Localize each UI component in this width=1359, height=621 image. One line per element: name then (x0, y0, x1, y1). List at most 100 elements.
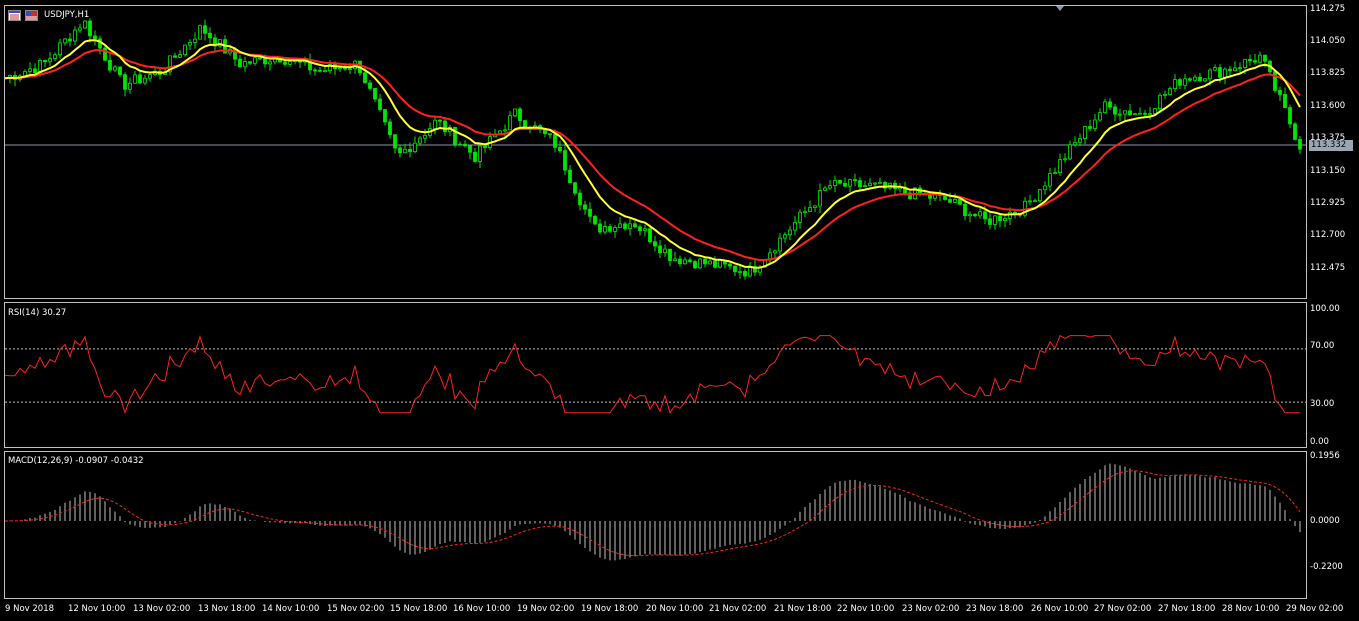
candle-body (668, 248, 672, 262)
candle-body (693, 261, 697, 269)
candle-body (798, 211, 802, 223)
candle-body (28, 68, 32, 72)
candle-body (118, 66, 122, 76)
candle-body (1038, 189, 1042, 202)
candle-body (853, 179, 857, 182)
candle-body (388, 121, 392, 136)
candle-body (1143, 112, 1147, 115)
candle-body (178, 54, 182, 58)
candle-body (638, 226, 642, 231)
candle-body (608, 226, 612, 232)
candle-body (1048, 173, 1052, 187)
candle-body (1073, 141, 1077, 146)
time-axis-label: 23 Nov 18:00 (966, 604, 1024, 614)
macd-signal-line (4, 470, 1301, 557)
candle-body (563, 150, 567, 171)
candle-body (143, 77, 147, 84)
candle-body (113, 66, 117, 71)
candle-body (1278, 89, 1282, 95)
candle-body (1123, 110, 1127, 115)
candle-body (1078, 138, 1082, 143)
candle-body (663, 248, 667, 254)
price-axis-label: 113.825 (1310, 68, 1346, 78)
time-axis-label: 21 Nov 02:00 (709, 604, 767, 614)
candle-body (1188, 78, 1192, 81)
candle-body (1218, 67, 1222, 78)
time-axis-label: 15 Nov 02:00 (327, 604, 385, 614)
rsi-title: RSI(14) 30.27 (8, 308, 67, 318)
candle-body (378, 98, 382, 110)
candle-body (683, 259, 687, 265)
candle-body (188, 41, 192, 46)
time-axis-label: 12 Nov 10:00 (68, 604, 126, 614)
candle-body (1068, 144, 1072, 160)
candle-body (1193, 76, 1197, 81)
chart-list-icon[interactable] (8, 10, 21, 21)
candle-body (778, 237, 782, 252)
candle-body (173, 55, 177, 58)
candle-body (283, 61, 287, 65)
time-axis-label: 13 Nov 18:00 (198, 604, 256, 614)
candle-body (558, 146, 562, 152)
candle-body (318, 69, 322, 72)
candle-body (73, 29, 77, 42)
candle-body (1113, 106, 1117, 115)
candle-body (733, 265, 737, 273)
candle-body (123, 74, 127, 90)
candle-body (363, 72, 367, 84)
candle-body (443, 120, 447, 133)
candle-body (418, 137, 422, 144)
candle-body (1258, 54, 1262, 63)
candle-body (1288, 107, 1292, 125)
time-axis-label: 9 Nov 2018 (5, 604, 55, 614)
price-axis-label: 114.275 (1310, 4, 1346, 14)
candle-body (373, 87, 377, 100)
candle-body (948, 199, 952, 203)
candle-body (1183, 78, 1187, 86)
time-axis-label: 13 Nov 02:00 (133, 604, 191, 614)
flag-icon[interactable] (25, 10, 38, 21)
chart-shift-marker (1056, 6, 1064, 11)
price-axis-label: 113.600 (1310, 101, 1346, 111)
candle-body (603, 226, 607, 233)
candle-body (1103, 101, 1107, 114)
candle-body (183, 44, 187, 56)
candle-body (843, 182, 847, 187)
price-axis-label: 113.150 (1310, 166, 1346, 176)
candle-body (983, 211, 987, 220)
candle-body (788, 229, 792, 236)
candle-body (108, 59, 112, 71)
candle-body (688, 259, 692, 263)
candle-body (248, 61, 252, 64)
chart-canvas[interactable] (0, 0, 1359, 621)
candle-body (148, 74, 152, 79)
candle-body (63, 38, 67, 44)
candle-body (433, 119, 437, 129)
candle-body (1173, 79, 1177, 90)
time-axis-label: 19 Nov 02:00 (517, 604, 575, 614)
candle-body (858, 180, 862, 188)
candle-body (1093, 119, 1097, 129)
candle-body (1263, 54, 1267, 62)
candle-body (468, 145, 472, 153)
candle-body (1213, 67, 1217, 71)
candle-body (958, 199, 962, 205)
candle-body (1063, 158, 1067, 161)
rsi-axis-label: 0.00 (1310, 437, 1329, 447)
candle-body (348, 68, 352, 71)
candle-body (583, 204, 587, 210)
candle-body (1228, 68, 1232, 72)
candle-body (1293, 123, 1297, 140)
candle-body (703, 258, 707, 265)
candle-body (658, 245, 662, 254)
candle-body (198, 25, 202, 40)
rsi-line (4, 334, 1300, 415)
candle-body (473, 151, 477, 162)
candle-body (503, 129, 507, 132)
candle-body (743, 271, 747, 277)
candle-body (478, 145, 482, 162)
candle-body (408, 148, 412, 152)
candle-body (83, 20, 87, 29)
candle-body (868, 182, 872, 187)
candle-body (1158, 94, 1162, 110)
